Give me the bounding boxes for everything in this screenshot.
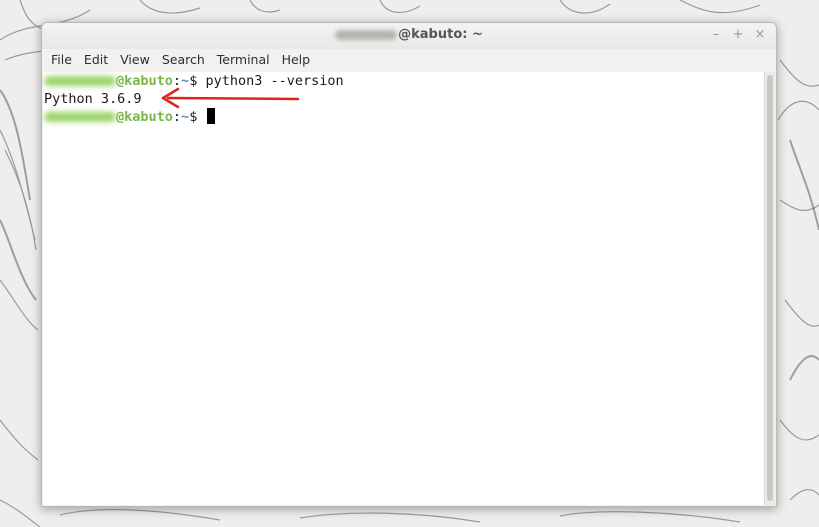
- menu-edit[interactable]: Edit: [78, 50, 114, 70]
- scrollbar-thumb[interactable]: [767, 75, 773, 501]
- menu-terminal[interactable]: Terminal: [211, 50, 276, 70]
- window-controls: – + ×: [708, 26, 768, 44]
- menu-bar: File Edit View Search Terminal Help: [42, 49, 776, 71]
- minimize-button[interactable]: –: [708, 26, 724, 44]
- menu-help[interactable]: Help: [276, 50, 317, 70]
- prompt-host: @kabuto: [116, 109, 173, 125]
- menu-file[interactable]: File: [45, 50, 78, 70]
- prompt-separator: :: [172, 109, 182, 125]
- redacted-username: [44, 76, 116, 86]
- title-bar[interactable]: @kabuto: ~ – + ×: [42, 23, 776, 49]
- arrow-left-icon: [161, 87, 300, 109]
- text-cursor: [207, 108, 216, 124]
- terminal-window: @kabuto: ~ – + × File Edit View Search T…: [41, 22, 777, 507]
- window-title-text: @kabuto: ~: [398, 27, 483, 42]
- terminal-output-area[interactable]: @kabuto:~$ python3 --version Python 3.6.…: [43, 72, 764, 505]
- prompt-symbol: $: [189, 109, 206, 125]
- redacted-username: [44, 112, 116, 122]
- output-text: Python 3.6.9: [44, 91, 142, 107]
- redacted-username: [335, 29, 398, 40]
- prompt-path: ~: [181, 109, 190, 125]
- vertical-scrollbar[interactable]: [764, 72, 775, 505]
- maximize-button[interactable]: +: [730, 26, 746, 44]
- close-button[interactable]: ×: [752, 26, 768, 44]
- window-title: @kabuto: ~: [42, 27, 776, 42]
- menu-search[interactable]: Search: [156, 50, 211, 70]
- terminal-line-output: Python 3.6.9: [44, 90, 142, 108]
- terminal-line-prompt: @kabuto:~$: [44, 108, 216, 126]
- menu-view[interactable]: View: [114, 50, 156, 70]
